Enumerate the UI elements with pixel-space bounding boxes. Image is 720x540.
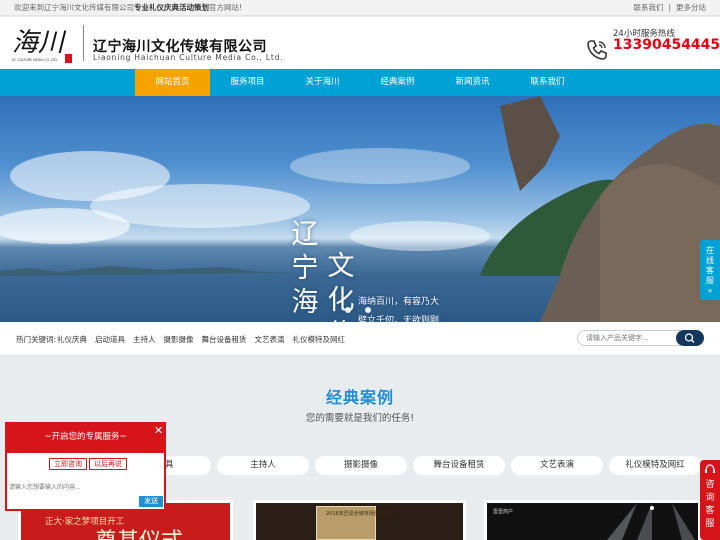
slide-dot[interactable] [345,307,351,313]
welcome-text: 欢迎来到辽宁海川文化传媒有限公司专业礼仪庆典活动策划官方网站! [14,0,242,16]
logo-sub: HC CULTURE MEDIA CO.,LTD. [12,58,58,62]
side-tab-char: 在 [706,246,714,255]
banner-pagination [345,307,371,313]
keyword-link[interactable]: 摄影摄像 [164,334,194,345]
keyword-link[interactable]: 礼仪庆典 [57,334,87,345]
side-tab-char: 线 [706,256,714,265]
nav-cases[interactable]: 经典案例 [360,69,435,96]
case-card[interactable]: 壹壹商户 [484,500,701,540]
chat-popup: ~开启您的专属服务~ ✕ 立即咨询 以后再说 发送 [5,422,166,511]
banner-char: 宁 [291,253,319,284]
search-button[interactable] [676,330,704,346]
logo-seal [65,54,72,63]
side-tab-char: 客 [706,266,714,275]
later-button[interactable]: 以后再说 [89,458,127,470]
logo-divider [83,25,84,61]
nav-contact[interactable]: 联系我们 [510,69,585,96]
slogan-line: 壁立千仞，无欲则刚 [358,316,440,322]
chat-header: ~开启您的专属服务~ ✕ [7,424,164,453]
logo-text: 海川 [12,28,67,58]
consult-char: 服 [705,519,715,529]
phone-icon [587,40,607,60]
consult-char: 咨 [705,480,715,490]
keywords-label: 热门关键词: [16,335,57,344]
case-tabs: 道具 主持人 摄影摄像 舞台设备租赁 文艺表演 礼仪模特及网红 [119,456,701,475]
chat-message-input[interactable] [9,482,159,492]
banner-char: 文 [327,251,355,282]
side-tab-char: 服 [706,276,714,285]
close-icon[interactable]: ✕ [154,424,163,437]
banner-title-col1: 辽 宁 海 川 [288,218,322,322]
case-image-title: 奠基仪式 [95,523,183,540]
keyword-link[interactable]: 礼仪模特及网红 [293,334,346,345]
contact-link[interactable]: 联系我们 [633,0,663,16]
banner-char: 辽 [291,219,319,250]
case-tab[interactable]: 礼仪模特及网红 [609,456,701,475]
keyword-link[interactable]: 舞台设备租赁 [202,334,247,345]
consult-char: 客 [705,506,715,516]
top-bar: 欢迎来到辽宁海川文化传媒有限公司专业礼仪庆典活动策划官方网站! 联系我们 | 更… [0,0,720,16]
case-tab[interactable]: 主持人 [217,456,309,475]
links-separator: | [668,3,671,12]
nav-home[interactable]: 网站首页 [135,69,210,96]
welcome-bold: 专业礼仪庆典活动策划 [134,3,209,12]
case-image: 壹壹商户 [487,503,698,540]
logo-icon[interactable]: 海川 HC CULTURE MEDIA CO.,LTD. [12,21,74,65]
case-tab[interactable]: 舞台设备租赁 [413,456,505,475]
case-image: 2016年巴渝全域市场重要高规 [256,503,463,540]
top-links: 联系我们 | 更多分站 [633,0,706,16]
case-image-caption: 2016年巴渝全域市场重要高规 [326,511,394,517]
keyword-link[interactable]: 主持人 [133,334,156,345]
company-name-en: Liaoning Haichuan Culture Media Co., Ltd… [93,53,284,62]
case-tab[interactable]: 摄影摄像 [315,456,407,475]
keyword-link[interactable]: 启动道具 [95,334,125,345]
hero-banner[interactable]: 辽 宁 海 川 文 化 传 媒 海纳百川，有容乃大 壁立千仞，无欲则刚 [0,96,720,322]
keyword-link[interactable]: 文艺表演 [255,334,285,345]
header: 海川 HC CULTURE MEDIA CO.,LTD. 辽宁海川文化传媒有限公… [0,17,720,69]
side-tab-arrow: « [707,286,713,295]
nav-news[interactable]: 新闻资讯 [435,69,510,96]
keywords-list: 礼仪庆典 启动道具 主持人 摄影摄像 舞台设备租赁 文艺表演 礼仪模特及网红 [57,334,345,345]
nav-services[interactable]: 服务项目 [210,69,285,96]
search-icon [684,333,695,343]
case-card[interactable]: 2016年巴渝全域市场重要高规 [253,500,466,540]
online-service-tab[interactable]: 在 线 客 服 « [700,240,720,300]
consult-now-button[interactable]: 立即咨询 [49,458,87,470]
main-nav: 网站首页 服务项目 关于海川 经典案例 新闻资讯 联系我们 [0,69,720,96]
search-input[interactable] [577,330,681,346]
cases-title: 经典案例 [325,388,394,407]
case-tab[interactable]: 文艺表演 [511,456,603,475]
more-sites-link[interactable]: 更多分站 [676,0,706,16]
welcome-post: 官方网站! [209,3,243,12]
send-button[interactable]: 发送 [139,496,163,507]
hotline-number: 13390454445 [613,37,720,53]
consult-char: 询 [705,493,715,503]
welcome-pre: 欢迎来到辽宁海川文化传媒有限公司 [14,3,134,12]
banner-scenery [0,96,720,322]
stage-lights-graphic [607,503,695,540]
chat-title: ~开启您的专属服务~ [44,432,127,442]
consult-service-tab[interactable]: 咨 询 客 服 [700,460,720,540]
headset-icon [705,464,715,473]
slide-dot[interactable] [365,307,371,313]
nav-about[interactable]: 关于海川 [285,69,360,96]
banner-char: 海 [291,287,319,318]
